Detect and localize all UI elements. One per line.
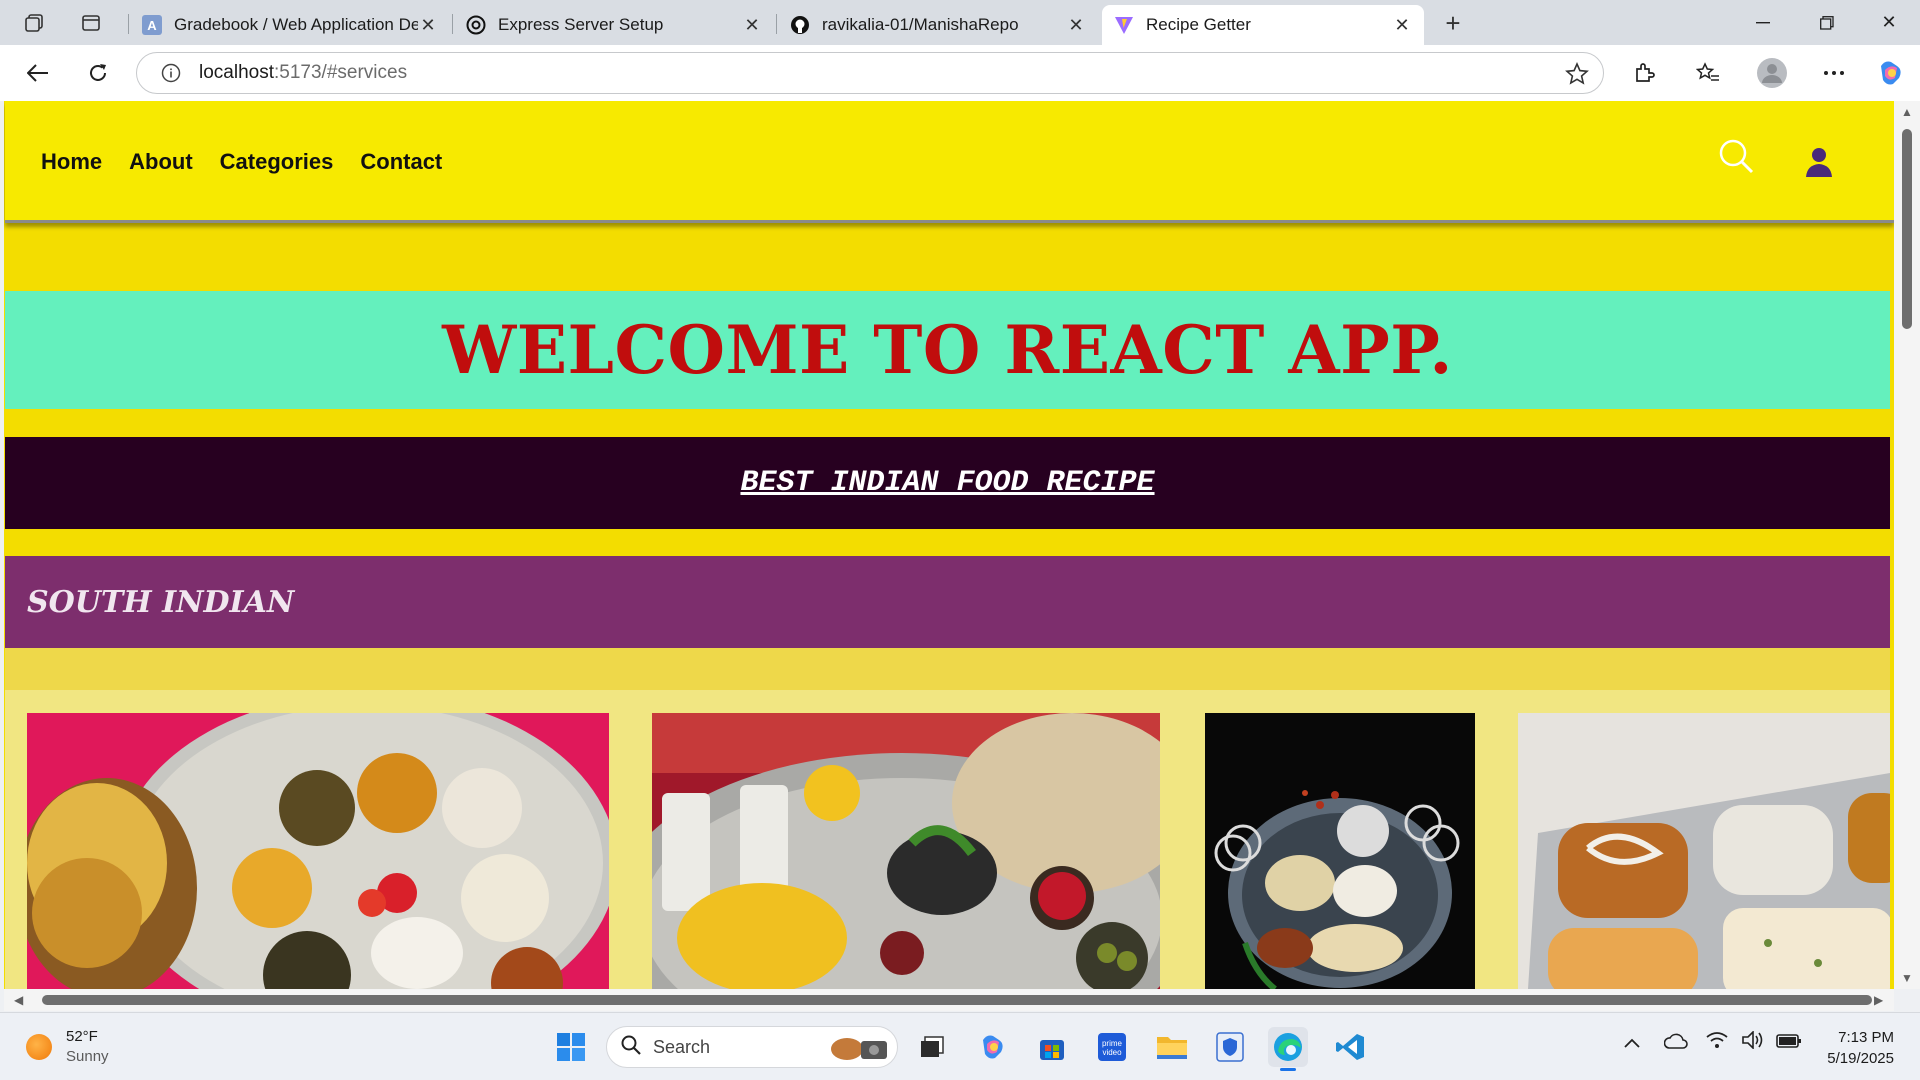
show-hidden-icons-icon[interactable] <box>1624 1035 1640 1053</box>
close-window-icon[interactable]: ✕ <box>1858 0 1920 45</box>
welcome-heading: WELCOME TO REACT APP. <box>442 311 1453 389</box>
address-bar[interactable]: localhost:5173/#services <box>136 52 1604 94</box>
svg-text:video: video <box>1102 1048 1122 1057</box>
vertical-scrollbar[interactable]: ▲ ▼ <box>1894 101 1920 989</box>
url-path: :5173/#services <box>274 62 408 83</box>
task-view-icon[interactable] <box>912 1027 952 1067</box>
welcome-banner: WELCOME TO REACT APP. <box>5 291 1890 409</box>
scroll-thumb[interactable] <box>42 995 1872 1005</box>
food-image[interactable] <box>652 713 1160 989</box>
scroll-right-icon[interactable]: ▶ <box>1874 993 1883 1007</box>
tab-title: Gradebook / Web Application De <box>174 15 418 34</box>
food-image[interactable] <box>27 713 609 989</box>
svg-text:A: A <box>147 18 157 33</box>
openai-icon <box>466 15 486 35</box>
user-icon[interactable] <box>1805 147 1833 182</box>
recipe-heading: BEST INDIAN FOOD RECIPE <box>740 466 1155 500</box>
weather-widget[interactable]: 52°F Sunny <box>26 1027 109 1067</box>
food-image[interactable] <box>1205 713 1475 989</box>
gradebook-icon: A <box>142 15 162 35</box>
back-icon[interactable] <box>20 55 56 91</box>
close-icon[interactable]: ✕ <box>742 15 762 36</box>
profile-avatar-icon[interactable] <box>1754 55 1790 91</box>
site-info-icon[interactable] <box>151 63 191 83</box>
system-clock[interactable]: 7:13 PM 5/19/2025 <box>1810 1027 1894 1069</box>
scroll-left-icon[interactable]: ◀ <box>14 993 23 1007</box>
tab-gradebook[interactable]: A Gradebook / Web Application De ✕ <box>130 5 450 45</box>
nav-link-categories[interactable]: Categories <box>220 149 334 175</box>
workspaces-icon[interactable] <box>20 8 50 38</box>
clock-time: 7:13 PM <box>1838 1029 1894 1046</box>
category-header: SOUTH INDIAN <box>5 556 1890 648</box>
defender-icon[interactable] <box>1210 1027 1250 1067</box>
refresh-icon[interactable] <box>80 55 116 91</box>
category-title: SOUTH INDIAN <box>27 584 295 620</box>
tab-title: Express Server Setup <box>498 15 664 34</box>
close-icon[interactable]: ✕ <box>1392 15 1412 36</box>
tab-strip: A Gradebook / Web Application De ✕ Expre… <box>0 0 1920 45</box>
recipe-banner: BEST INDIAN FOOD RECIPE <box>5 437 1890 529</box>
copilot-icon[interactable] <box>1872 55 1908 91</box>
weather-temperature: 52°F <box>66 1028 98 1045</box>
horizontal-scrollbar[interactable]: ◀ ▶ <box>4 989 1894 1011</box>
copilot-taskbar-icon[interactable] <box>972 1027 1012 1067</box>
page-viewport: Home About Categories Contact WELCOME TO… <box>4 101 1894 989</box>
search-highlight-icon <box>825 1031 891 1068</box>
tab-title: Recipe Getter <box>1146 15 1251 34</box>
vite-icon <box>1114 15 1134 35</box>
close-icon[interactable]: ✕ <box>1066 15 1086 36</box>
nav-link-about[interactable]: About <box>129 149 193 175</box>
more-options-icon[interactable] <box>1816 55 1852 91</box>
battery-icon[interactable] <box>1776 1033 1802 1054</box>
favorites-icon[interactable] <box>1690 55 1726 91</box>
url-host: localhost <box>199 62 274 83</box>
search-icon <box>621 1035 641 1060</box>
restore-icon[interactable] <box>1796 0 1858 45</box>
onedrive-sync-icon[interactable] <box>1663 1033 1688 1056</box>
tab-title: ravikalia-01/ManishaRepo <box>822 15 1019 34</box>
clock-date: 5/19/2025 <box>1827 1050 1894 1067</box>
windows-start-icon[interactable] <box>551 1027 591 1067</box>
github-icon <box>790 15 810 35</box>
tab-actions-icon[interactable] <box>76 8 106 38</box>
browser-toolbar: localhost:5173/#services <box>0 45 1920 101</box>
extensions-icon[interactable] <box>1626 55 1662 91</box>
nav-link-contact[interactable]: Contact <box>360 149 442 175</box>
scroll-down-icon[interactable]: ▼ <box>1901 971 1913 985</box>
new-tab-icon[interactable]: + <box>1438 8 1468 38</box>
tab-express[interactable]: Express Server Setup ✕ <box>454 5 774 45</box>
tab-recipe-getter[interactable]: Recipe Getter ✕ <box>1102 5 1424 45</box>
vscode-icon[interactable] <box>1330 1027 1370 1067</box>
scroll-up-icon[interactable]: ▲ <box>1901 105 1913 119</box>
food-image[interactable] <box>1518 713 1890 989</box>
taskbar: 52°F Sunny Search prime video 7:13 PM 5/… <box>0 1012 1920 1080</box>
close-icon[interactable]: ✕ <box>418 15 438 36</box>
file-explorer-icon[interactable] <box>1152 1027 1192 1067</box>
svg-text:prime: prime <box>1102 1039 1123 1048</box>
microsoft-store-icon[interactable] <box>1032 1027 1072 1067</box>
volume-icon[interactable] <box>1742 1030 1764 1054</box>
nav-link-home[interactable]: Home <box>41 149 102 175</box>
sun-icon <box>26 1034 52 1060</box>
prime-video-icon[interactable]: prime video <box>1092 1027 1132 1067</box>
tab-github[interactable]: ravikalia-01/ManishaRepo ✕ <box>778 5 1098 45</box>
weather-condition: Sunny <box>66 1048 109 1065</box>
edge-browser-icon[interactable] <box>1268 1027 1308 1071</box>
scroll-thumb[interactable] <box>1902 129 1912 329</box>
wifi-icon[interactable] <box>1706 1031 1728 1054</box>
search-placeholder: Search <box>653 1036 711 1057</box>
site-navbar: Home About Categories Contact <box>5 101 1894 223</box>
url-text: localhost:5173/#services <box>199 62 407 84</box>
taskbar-search-input[interactable]: Search <box>606 1026 898 1068</box>
minimize-icon[interactable] <box>1732 0 1794 45</box>
search-icon[interactable] <box>1717 137 1757 182</box>
favorite-star-icon[interactable] <box>1565 62 1589 91</box>
section-divider <box>5 648 1890 690</box>
